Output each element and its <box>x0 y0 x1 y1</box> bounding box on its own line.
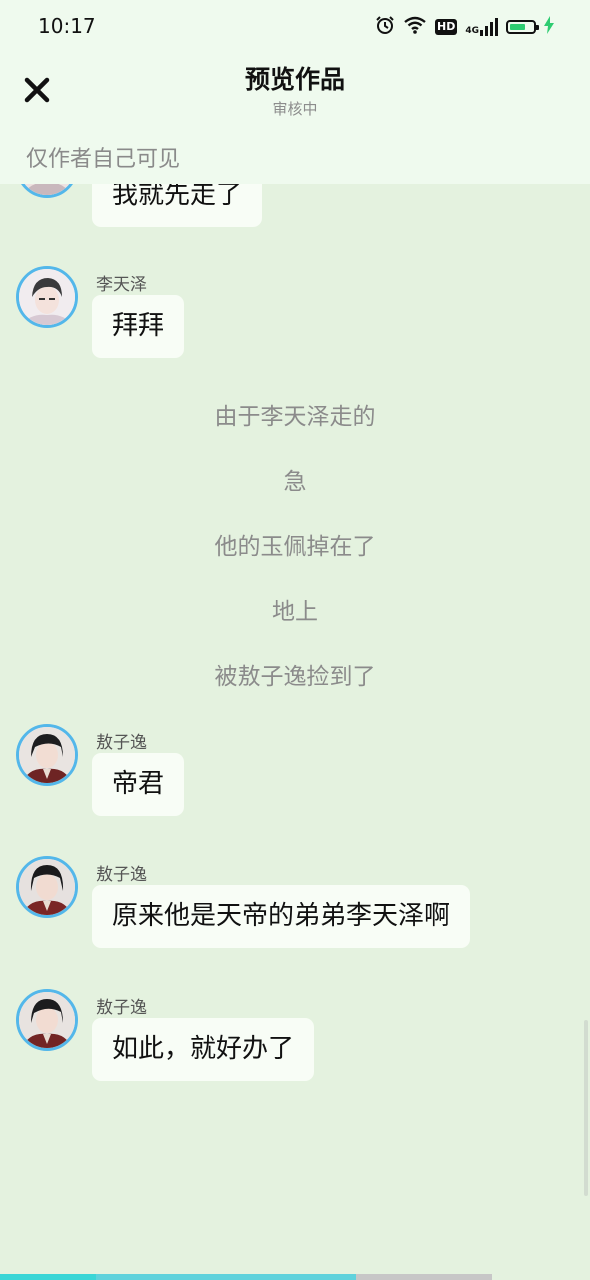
network-type: 4G <box>465 26 479 36</box>
message-bubble: 拜拜 <box>92 295 185 358</box>
battery-level <box>510 24 525 30</box>
narration-text: 被敖子逸捡到了 <box>214 664 376 690</box>
narration-text: 由于李天泽走的 <box>214 404 376 430</box>
sender-name: 李天泽 <box>96 275 147 295</box>
avatar[interactable] <box>16 856 78 918</box>
sender-name: 敖子逸 <box>96 998 147 1018</box>
sender-name: 敖子逸 <box>96 733 147 753</box>
narration-text: 他的玉佩掉在了 <box>214 534 376 560</box>
avatar[interactable] <box>16 724 78 786</box>
message-bubble: 如此，就好办了 <box>92 1018 315 1081</box>
narration-text: 急 <box>283 469 307 495</box>
sender-name: 敖子逸 <box>96 865 147 885</box>
avatar[interactable] <box>16 989 78 1051</box>
scrollbar[interactable] <box>584 1020 588 1196</box>
battery-icon <box>506 20 539 34</box>
header: 预览作品 审核中 仅作者自己可见 <box>0 52 590 184</box>
hd-icon: HD <box>435 19 458 35</box>
avatar[interactable] <box>16 266 78 328</box>
charging-icon <box>544 16 554 38</box>
message-bubble: 帝君 <box>92 753 185 816</box>
status-bar: 10:17 HD 4G <box>0 0 590 52</box>
chat-area[interactable]: 我就先走了 李天泽 拜拜 由于李天泽走的 急 他的玉佩掉在了 地上 被敖子逸捡到… <box>0 184 590 1274</box>
status-time: 10:17 <box>38 14 96 38</box>
visibility-note: 仅作者自己可见 <box>26 147 181 172</box>
page-title: 预览作品 <box>244 65 345 94</box>
avatar[interactable] <box>16 184 78 198</box>
reading-progress-bar <box>0 1274 492 1280</box>
review-status: 审核中 <box>272 100 318 118</box>
message-bubble: 原来他是天帝的弟弟李天泽啊 <box>92 885 471 948</box>
status-icons: HD 4G <box>375 15 554 39</box>
narration-text: 地上 <box>272 599 318 625</box>
wifi-icon <box>403 15 427 39</box>
message-bubble: 我就先走了 <box>92 184 263 227</box>
signal-icon: 4G <box>465 18 498 36</box>
alarm-icon <box>375 15 395 39</box>
